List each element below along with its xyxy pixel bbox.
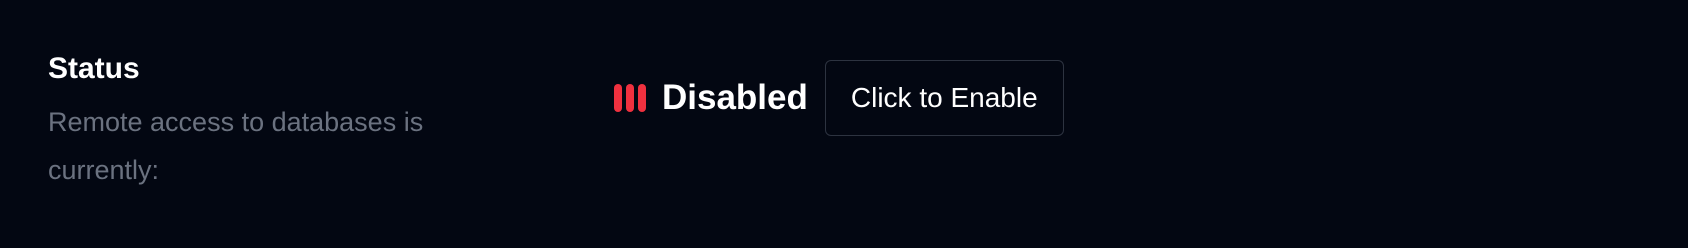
status-value: Disabled <box>662 78 808 117</box>
remote-access-status-section: Status Remote access to databases is cur… <box>0 0 1688 248</box>
status-heading: Status <box>48 52 140 85</box>
status-bar-1 <box>614 84 622 112</box>
status-info: Status Remote access to databases is cur… <box>48 48 468 194</box>
status-bar-2 <box>626 84 634 112</box>
status-description: Remote access to databases is currently: <box>48 107 424 185</box>
status-control-row: Disabled Click to Enable <box>614 60 1064 136</box>
status-bars-icon <box>614 84 646 112</box>
enable-button[interactable]: Click to Enable <box>824 60 1064 136</box>
status-bar-3 <box>638 84 646 112</box>
